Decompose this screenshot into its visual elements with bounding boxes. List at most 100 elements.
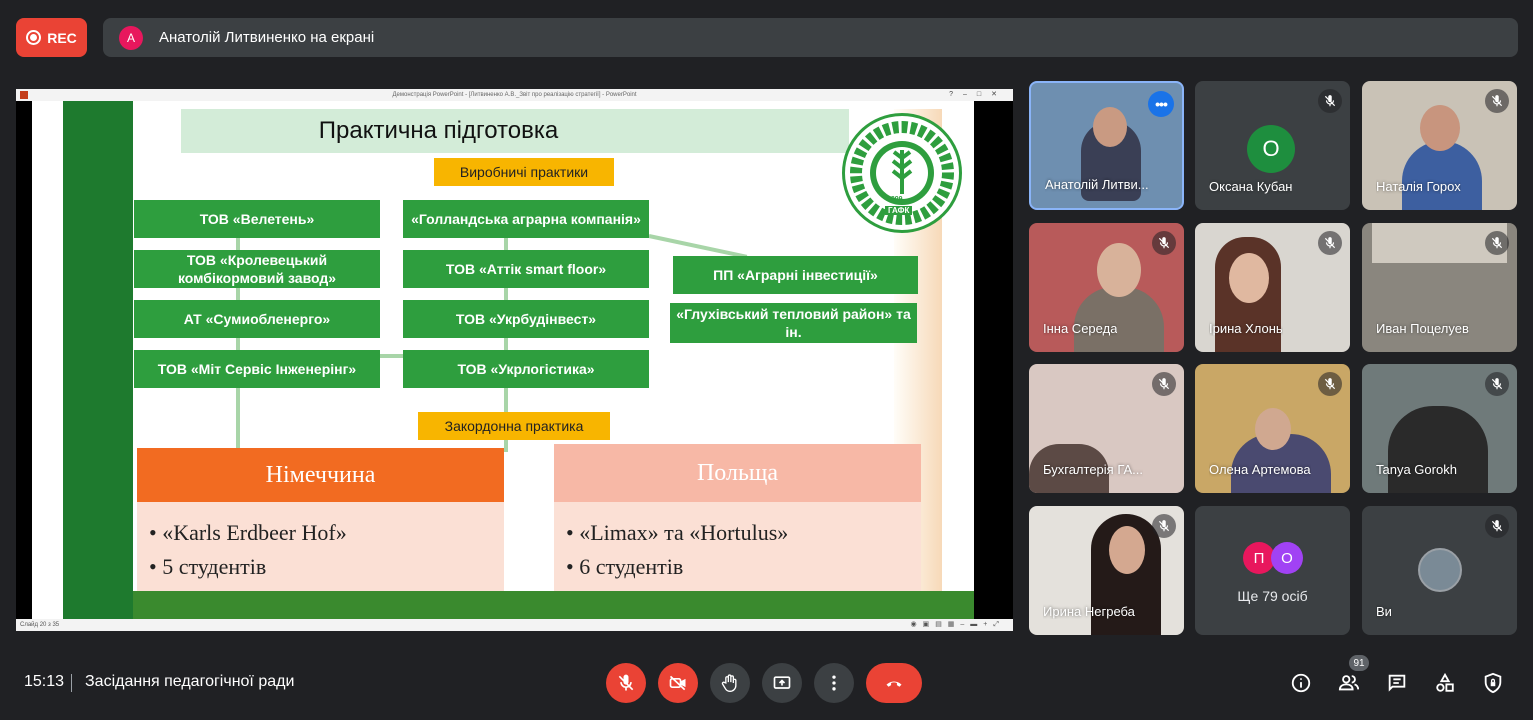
participant-tile[interactable]: Інна Середа [1029, 223, 1184, 352]
people-icon [1338, 675, 1360, 691]
people-button[interactable] [1336, 670, 1362, 696]
activities-button[interactable] [1432, 670, 1458, 696]
more-options-icon[interactable]: ••• [1148, 91, 1174, 117]
label-abroad-practice: Закордонна практика [418, 412, 610, 440]
country-card-germany: Німеччина • «Karls Erdbeer Hof» • 5 студ… [137, 448, 504, 592]
participant-face [1109, 526, 1145, 574]
germany-item: 5 студентів [162, 554, 267, 579]
participant-name: Tanya Gorokh [1376, 462, 1457, 477]
ppt-window-title: Демонстрація PowerPoint - [Литвиненко А.… [392, 92, 637, 98]
slide-counter: Слайд 20 з 35 [20, 622, 60, 628]
country-germany-title: Німеччина [137, 448, 504, 502]
mic-off-icon [1485, 514, 1509, 538]
participant-face [1097, 243, 1141, 297]
powerpoint-icon [20, 91, 28, 99]
recording-label: REC [47, 29, 77, 46]
camera-off-icon [669, 675, 686, 691]
country-poland-list: • «Limax» та «Hortulus» • 6 студентів [554, 502, 921, 592]
presenter-avatar: А [119, 25, 143, 50]
company-box-ukrbudinvest: ТОВ «Укрбудінвест» [403, 300, 649, 338]
toggle-mic-button[interactable] [606, 663, 646, 703]
mic-off-icon [1485, 231, 1509, 255]
country-card-poland: Польща • «Limax» та «Hortulus» • 6 студе… [554, 444, 921, 592]
people-count-badge: 91 [1349, 655, 1369, 671]
others-tile[interactable]: П О Ще 79 осіб [1195, 506, 1350, 635]
logo-abbreviation: ГАФК [885, 206, 913, 215]
meeting-details-button[interactable] [1288, 670, 1314, 696]
participant-face [1229, 253, 1269, 303]
mic-off-icon [618, 674, 634, 691]
participant-video [1388, 406, 1488, 493]
chat-button[interactable] [1384, 670, 1410, 696]
participant-tile[interactable]: Ірина Хлонь [1195, 223, 1350, 352]
hand-icon [721, 674, 737, 693]
poland-item: 6 студентів [579, 554, 684, 579]
mic-off-icon [1152, 372, 1176, 396]
hangup-icon [886, 681, 902, 687]
participant-face [1255, 408, 1291, 450]
slide-green-footer [133, 591, 974, 619]
company-box-attik: ТОВ «Аттік smart floor» [403, 250, 649, 288]
others-avatar: О [1271, 542, 1303, 574]
participant-name: Иван Поцелуев [1376, 321, 1469, 336]
present-screen-button[interactable] [762, 663, 802, 703]
view-controls-icon: ◉▣▤▦–▬+⤢ [910, 621, 1005, 628]
mic-off-icon [1318, 372, 1342, 396]
mic-off-icon [1318, 231, 1342, 255]
ppt-titlebar: Демонстрація PowerPoint - [Литвиненко А.… [16, 89, 1013, 101]
others-count-text: Ще 79 осіб [1237, 588, 1308, 604]
host-controls-button[interactable] [1480, 670, 1506, 696]
participant-name: Ирина Негреба [1043, 604, 1135, 619]
mic-off-icon [1152, 514, 1176, 538]
participant-name: Олена Артемова [1209, 462, 1311, 477]
participant-tile[interactable]: Иван Поцелуев [1362, 223, 1517, 352]
raise-hand-button[interactable] [710, 663, 750, 703]
info-icon [1291, 673, 1311, 693]
company-box-mit-service: ТОВ «Міт Сервіс Інженерінг» [134, 350, 380, 388]
presentation-slide: Практична підготовка Виробничі практики … [32, 101, 974, 619]
participant-tile[interactable]: Ирина Негреба [1029, 506, 1184, 635]
participant-tile[interactable]: Tanya Gorokh [1362, 364, 1517, 493]
shared-screen: Демонстрація PowerPoint - [Литвиненко А.… [16, 89, 1013, 631]
recording-indicator: REC [16, 18, 87, 57]
participant-tile[interactable]: Наталія Горох [1362, 81, 1517, 210]
toggle-camera-button[interactable] [658, 663, 698, 703]
participant-tile[interactable]: Олена Артемова [1195, 364, 1350, 493]
chat-icon [1388, 674, 1406, 692]
participant-name: Оксана Кубан [1209, 179, 1293, 194]
participant-name: Наталія Горох [1376, 179, 1461, 194]
participant-face [1093, 107, 1127, 147]
company-box-veleten: ТОВ «Велетень» [134, 200, 380, 238]
company-box-dutch-agrarian: «Голландська аграрна компанія» [403, 200, 649, 238]
more-vert-icon [832, 675, 836, 691]
clock: 15:13 [24, 673, 65, 690]
slide-green-bar [63, 101, 133, 619]
participant-name: Ірина Хлонь [1209, 321, 1283, 336]
meeting-title: Засідання педагогічної ради [85, 673, 295, 690]
mic-off-icon [1152, 231, 1176, 255]
presenter-text: Анатолій Литвиненко на екрані [159, 29, 375, 46]
company-box-ukrlogistika: ТОВ «Укрлогістика» [403, 350, 649, 388]
mic-off-icon [1485, 372, 1509, 396]
present-icon [773, 676, 791, 689]
company-box-agrarian-investments: ПП «Аграрні інвестиції» [673, 256, 918, 294]
participant-name: Ви [1376, 604, 1392, 619]
college-logo: 1899 ГАФК [842, 113, 962, 233]
self-tile[interactable]: Ви [1362, 506, 1517, 635]
participant-tile[interactable]: Бухгалтерія ГА... [1029, 364, 1184, 493]
shield-icon [1484, 672, 1502, 694]
participant-video [1402, 141, 1482, 210]
self-avatar [1418, 548, 1462, 592]
participant-tile[interactable]: О Оксана Кубан [1195, 81, 1350, 210]
mic-off-icon [1485, 89, 1509, 113]
window-controls-icon: ?–□✕ [949, 91, 1007, 98]
poland-item: «Limax» та «Hortulus» [579, 520, 789, 545]
leave-call-button[interactable] [866, 663, 922, 703]
germany-item: «Karls Erdbeer Hof» [162, 520, 347, 545]
more-options-button[interactable] [814, 663, 854, 703]
company-box-krolevets: ТОВ «Кролевецький комбікормовий завод» [134, 250, 380, 288]
logo-year: 1899 [887, 196, 903, 203]
company-box-sumyoblenergo: АТ «Сумиобленерго» [134, 300, 380, 338]
participant-name: Бухгалтерія ГА... [1043, 462, 1144, 477]
participant-tile[interactable]: ••• Анатолій Литви... [1029, 81, 1184, 210]
